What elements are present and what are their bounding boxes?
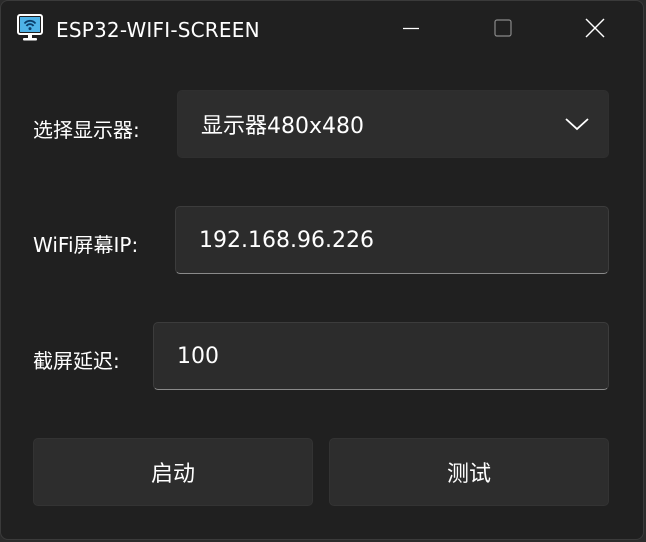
title-bar[interactable]: ESP32-WIFI-SCREEN — [1, 1, 643, 59]
test-button-label: 测试 — [446, 462, 491, 487]
display-select[interactable]: 显示器480x480 — [177, 90, 609, 158]
capture-delay-label: 截屏延迟: — [33, 349, 120, 373]
close-button[interactable] — [549, 1, 641, 59]
test-button[interactable]: 测试 — [329, 438, 609, 506]
maximize-icon — [493, 18, 513, 42]
app-window: ESP32-WIFI-SCREEN 选择显示器: 显示器480x480 WiFi… — [0, 0, 644, 540]
monitor-wifi-icon — [17, 14, 43, 42]
capture-delay-input[interactable]: 100 — [153, 322, 609, 390]
capture-delay-value: 100 — [177, 343, 219, 369]
chevron-down-icon — [564, 113, 590, 135]
display-select-value: 显示器480x480 — [201, 114, 365, 139]
minimize-button[interactable] — [365, 1, 457, 59]
maximize-button[interactable] — [457, 1, 549, 59]
start-button-label: 启动 — [150, 462, 195, 487]
window-title: ESP32-WIFI-SCREEN — [56, 18, 260, 42]
wifi-ip-input[interactable]: 192.168.96.226 — [175, 206, 609, 274]
wifi-ip-label: WiFi屏幕IP: — [33, 233, 139, 257]
start-button[interactable]: 启动 — [33, 438, 313, 506]
minimize-icon — [401, 18, 421, 42]
display-select-label: 选择显示器: — [33, 118, 140, 142]
wifi-ip-value: 192.168.96.226 — [199, 227, 374, 253]
close-icon — [584, 17, 606, 43]
